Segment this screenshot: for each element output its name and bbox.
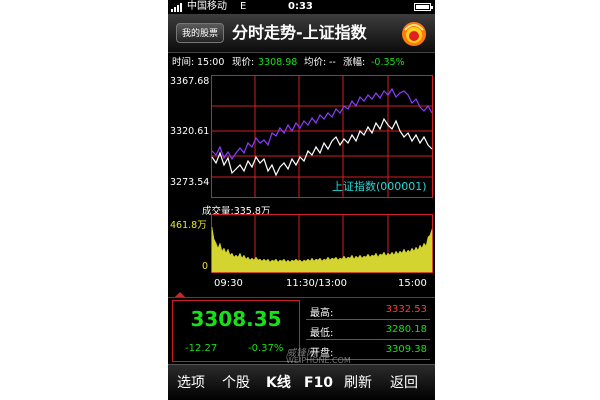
time-axis-midday: 11:30/13:00 — [286, 278, 348, 289]
price-change: -12.27 — [185, 343, 218, 354]
volume-axis-min: 0 — [202, 261, 209, 272]
current-price: 3308.35 — [190, 307, 282, 331]
phone-screen: 中国移动 E 0:33 我的股票 分时走势-上证指数 时间: 15:00 现价:… — [168, 0, 435, 400]
stat-label-low: 最低: — [310, 328, 334, 339]
price-label: 现价: — [232, 57, 255, 68]
price-axis-mid: 3320.61 — [170, 126, 210, 137]
price-axis-min: 3273.54 — [170, 177, 210, 188]
options-button[interactable]: 选项 — [177, 365, 205, 400]
stock-button[interactable]: 个股 — [222, 365, 250, 400]
stat-row-high: 最高: 3332.53 — [306, 300, 430, 320]
time-axis: 09:30 11:30/13:00 15:00 — [168, 278, 435, 292]
stats-panel: 最高: 3332.53 最低: 3280.18 开盘: 3309.38 — [306, 300, 430, 362]
battery-icon — [414, 3, 433, 11]
index-name-label: 上证指数(000001) — [332, 180, 427, 193]
price-line — [211, 117, 433, 177]
return-button[interactable]: 返回 — [390, 365, 418, 400]
price-change-pct: -0.37% — [248, 343, 284, 354]
volume-chart — [211, 214, 433, 273]
refresh-button[interactable]: 刷新 — [344, 365, 372, 400]
price-axis-max: 3367.68 — [170, 76, 210, 87]
volume-area — [211, 226, 433, 273]
stat-label-high: 最高: — [310, 308, 334, 319]
avg-value: -- — [329, 57, 336, 68]
app-logo-icon — [402, 22, 426, 46]
stat-value-high: 3332.53 — [385, 304, 427, 315]
info-bar: 时间: 15:00 现价: 3308.98 均价: -- 涨幅: -0.35% — [168, 53, 435, 73]
f10-button[interactable]: F10 — [304, 365, 333, 400]
volume-axis-max: 461.8万 — [170, 220, 207, 231]
nav-bar: 我的股票 分时走势-上证指数 — [168, 14, 435, 53]
kline-button[interactable]: K线 — [266, 365, 291, 400]
time-label: 时间: — [172, 57, 195, 68]
time-axis-close: 15:00 — [398, 278, 427, 289]
change-value: -0.35% — [371, 57, 405, 68]
stat-row-low: 最低: 3280.18 — [306, 320, 430, 340]
network-type: E — [240, 1, 247, 12]
avg-label: 均价: — [304, 57, 327, 68]
page-title: 分时走势-上证指数 — [232, 23, 367, 42]
status-bar: 中国移动 E 0:33 — [168, 0, 435, 14]
stat-value-low: 3280.18 — [385, 324, 427, 335]
quote-box: 3308.35 -12.27 -0.37% — [172, 300, 300, 362]
price-value: 3308.98 — [258, 57, 298, 68]
back-button[interactable]: 我的股票 — [176, 23, 224, 43]
time-value: 15:00 — [197, 57, 225, 68]
divider — [168, 297, 435, 298]
signal-icon — [171, 3, 184, 12]
change-label: 涨幅: — [343, 57, 366, 68]
stat-value-open: 3309.38 — [385, 344, 427, 355]
bottom-toolbar: 选项 个股 K线 F10 刷新 返回 — [168, 364, 435, 400]
time-axis-open: 09:30 — [214, 278, 243, 289]
status-time: 0:33 — [288, 1, 313, 12]
carrier-name: 中国移动 — [187, 1, 227, 12]
